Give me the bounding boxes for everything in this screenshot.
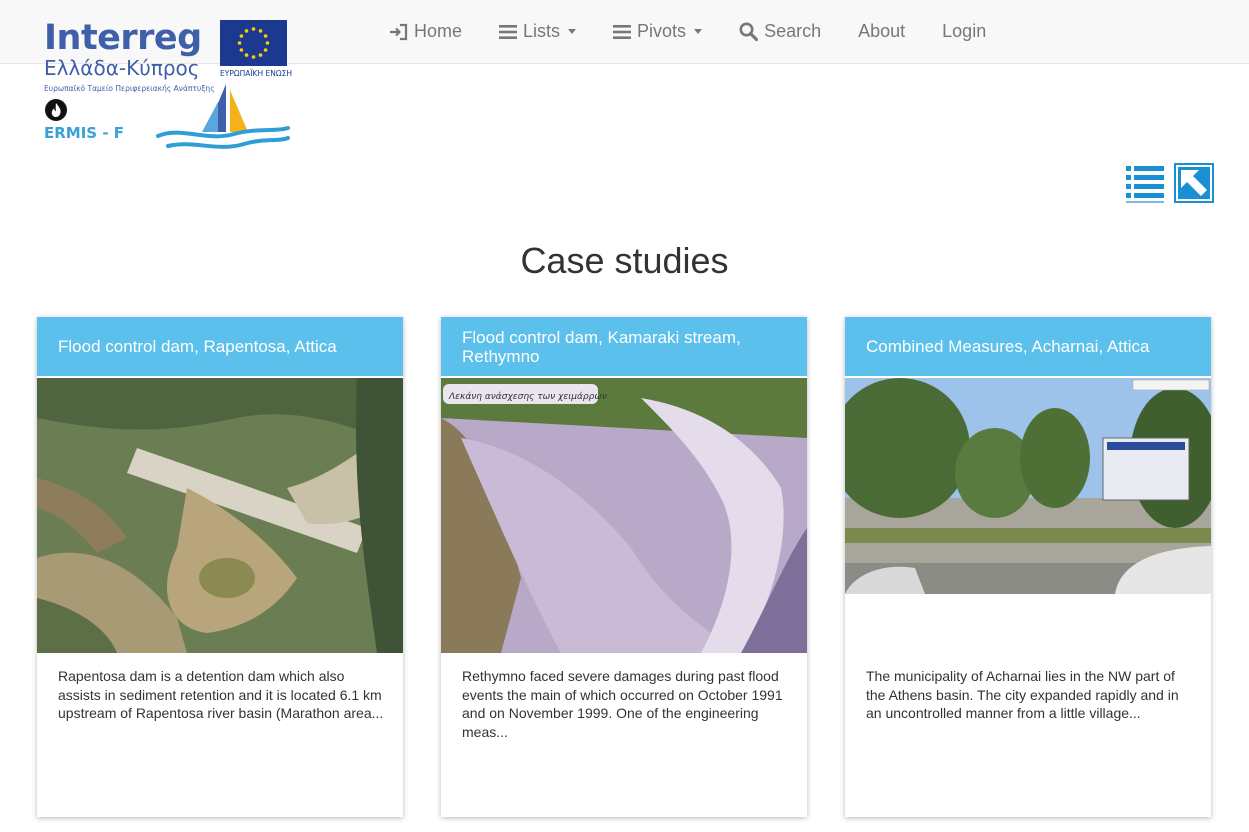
card-title-link[interactable]: Combined Measures, Acharnai, Attica <box>845 317 1211 376</box>
view-toggle <box>1124 162 1215 204</box>
nav-lists[interactable]: Lists <box>499 21 577 42</box>
sailboat-icon <box>156 80 290 154</box>
nav-pivots[interactable]: Pivots <box>613 21 703 42</box>
nav-search-label: Search <box>764 21 822 41</box>
main-nav: Home Lists Pivots Search About Login <box>388 0 986 63</box>
nav-pivots-label: Pivots <box>637 21 687 41</box>
nav-about-label: About <box>858 21 906 41</box>
aerial-dam-photo[interactable] <box>37 378 403 653</box>
nav-lists-label: Lists <box>523 21 561 41</box>
list-view-icon[interactable] <box>1124 162 1166 204</box>
interreg-logo[interactable]: Interreg Ελλάδα-Κύπρος Ευρωπαϊκό Ταμείο … <box>40 16 292 156</box>
page-title: Case studies <box>520 240 729 281</box>
card-excerpt: Rethymno faced severe damages during pas… <box>462 668 783 740</box>
case-study-card: Flood control dam, Kamaraki stream, Reth… <box>441 317 807 817</box>
caret-down-icon <box>568 29 577 34</box>
card-title-link[interactable]: Flood control dam, Rapentosa, Attica <box>37 317 403 376</box>
logo-region: Ελλάδα-Κύπρος <box>44 56 200 80</box>
caret-down-icon <box>694 29 703 34</box>
nav-login-label: Login <box>942 21 987 41</box>
nav-about[interactable]: About <box>858 21 905 42</box>
eu-label: ΕΥΡΩΠΑΪΚΗ ΕΝΩΣΗ <box>220 69 292 78</box>
map-view-icon[interactable] <box>1173 162 1215 204</box>
flame-icon <box>45 99 67 121</box>
logo-brand: Interreg <box>44 18 202 58</box>
stream-channel-photo[interactable]: Λεκάνη ανάσχεσης των χειμάρρων <box>441 378 807 653</box>
case-study-card: Flood control dam, Rapentosa, Attica Rap… <box>37 317 403 817</box>
image-caption: Λεκάνη ανάσχεσης των χειμάρρων <box>448 392 607 402</box>
list-icon <box>613 24 632 40</box>
eu-flag-icon <box>220 20 287 66</box>
card-excerpt: Rapentosa dam is a detention dam which a… <box>58 668 384 721</box>
nav-home-label: Home <box>414 21 463 41</box>
case-study-card: Combined Measures, Acharnai, Attica The … <box>845 317 1211 817</box>
street-view-photo[interactable] <box>845 378 1211 594</box>
card-title-link[interactable]: Flood control dam, Kamaraki stream, Reth… <box>441 317 807 376</box>
logo-project-name: ERMIS - F <box>44 124 125 142</box>
search-icon <box>739 22 759 41</box>
nav-search[interactable]: Search <box>739 21 821 42</box>
card-excerpt: The municipality of Acharnai lies in the… <box>866 668 1179 721</box>
list-icon <box>499 24 518 40</box>
sign-in-icon <box>388 23 408 41</box>
nav-home[interactable]: Home <box>388 21 462 42</box>
nav-login[interactable]: Login <box>942 21 986 42</box>
